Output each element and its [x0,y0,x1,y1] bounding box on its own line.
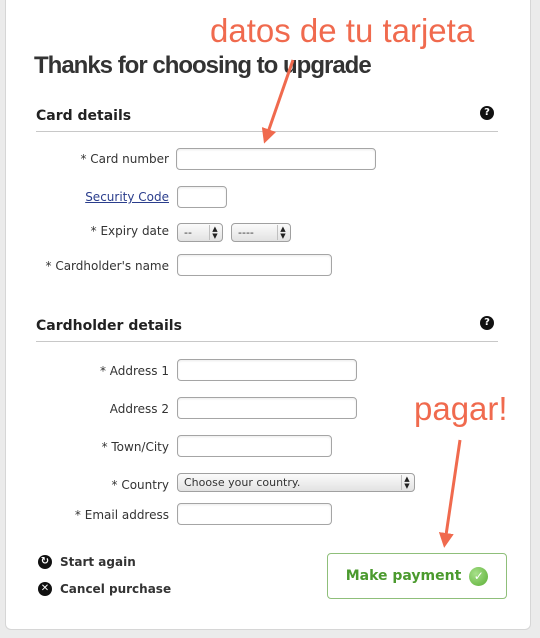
cardholder-name-label: * Cardholder's name [45,259,170,273]
cancel-purchase-label: Cancel purchase [60,582,172,596]
address1-label: * Address 1 [99,364,169,378]
address2-input[interactable] [177,397,357,419]
town-input[interactable] [177,435,332,457]
cardholder-details-header: Cardholder details ? [36,316,498,342]
expiry-year-select[interactable]: ---- ▲ ▼ [231,223,291,242]
card-annotation: datos de tu tarjeta [210,12,475,49]
cardholder-details-title: Cardholder details [36,318,182,334]
page-title: Thanks for choosing to upgrade [34,52,372,79]
address2-label: Address 2 [109,402,169,416]
start-again-label: Start again [60,555,136,569]
pay-annotation: pagar! [414,390,508,427]
card-details-title: Card details [36,108,132,124]
country-label: * Country [111,478,170,492]
expiry-date-label: * Expiry date [90,224,169,238]
checkout-panel [5,0,531,630]
card-number-label: * Card number [80,152,169,166]
make-payment-button[interactable]: Make payment ✓ [327,553,507,599]
help-icon[interactable]: ? [480,316,494,330]
security-code-link[interactable]: Security Code [85,190,169,204]
country-value: Choose your country. [184,476,301,489]
expiry-month-value: -- [184,226,192,239]
expiry-month-select[interactable]: -- ▲ ▼ [177,223,223,242]
expiry-year-value: ---- [238,226,254,239]
cancel-purchase-link[interactable]: ✕ Cancel purchase [38,582,171,596]
town-label: * Town/City [101,440,169,454]
check-icon: ✓ [469,566,489,586]
cancel-icon: ✕ [38,582,52,596]
email-label: * Email address [74,508,169,522]
select-arrows-icon: ▲ ▼ [209,225,220,240]
email-input[interactable] [177,503,332,525]
cardholder-name-input[interactable] [177,254,332,276]
card-details-header: Card details ? [36,106,498,132]
security-code-input[interactable] [177,186,227,208]
country-select[interactable]: Choose your country. ▲ ▼ [177,473,415,492]
start-again-link[interactable]: ↻ Start again [38,555,136,569]
address1-input[interactable] [177,359,357,381]
card-number-input[interactable] [176,148,376,170]
select-arrows-icon: ▲ ▼ [401,475,412,490]
select-arrows-icon: ▲ ▼ [277,225,288,240]
help-icon[interactable]: ? [480,106,494,120]
restart-icon: ↻ [38,555,52,569]
make-payment-label: Make payment [345,568,462,584]
